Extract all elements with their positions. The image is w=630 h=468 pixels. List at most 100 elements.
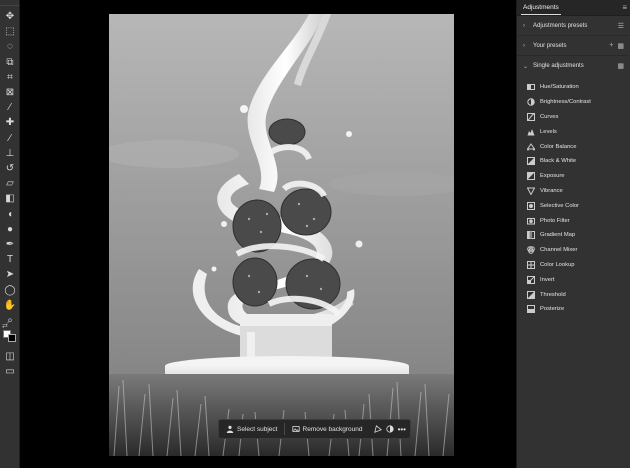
add-icon[interactable]: + xyxy=(609,42,613,49)
hue-saturation-icon xyxy=(527,83,535,91)
adjustment-button[interactable] xyxy=(385,422,394,436)
hand-tool[interactable]: ✋ xyxy=(2,299,18,313)
history-brush-tool[interactable]: ↺ xyxy=(2,162,18,176)
blur-tool[interactable]: ◖ xyxy=(2,208,18,222)
curves-icon xyxy=(527,112,535,121)
section-label: Single adjustments xyxy=(533,63,584,69)
background-color-swatch[interactable] xyxy=(8,334,16,342)
photo-filter-icon xyxy=(527,217,535,225)
quick-mask-button[interactable]: ◫ xyxy=(2,350,18,364)
color-lookup-icon xyxy=(527,260,535,269)
dodge-tool[interactable]: ● xyxy=(2,223,18,237)
adjustment-label: Posterize xyxy=(540,306,565,313)
adjustment-label: Gradient Map xyxy=(540,232,576,239)
person-icon xyxy=(226,425,234,433)
transform-button[interactable] xyxy=(373,422,382,436)
half-circle-icon xyxy=(385,425,394,433)
list-view-icon[interactable]: ☰ xyxy=(618,22,624,30)
chevron-right-icon: › xyxy=(523,42,525,49)
crop-tool[interactable]: ⌗ xyxy=(2,71,18,85)
swap-colors-icon[interactable]: ⇄ xyxy=(2,322,8,330)
adjustment-label: Black & White xyxy=(540,158,577,165)
document-canvas[interactable]: Select subject Remove background ••• xyxy=(21,0,516,468)
panel-menu-icon[interactable]: ≡ xyxy=(622,3,627,12)
gradient-map-icon xyxy=(527,231,535,240)
invert-icon xyxy=(527,275,535,284)
healing-brush-tool[interactable]: ✚ xyxy=(2,116,18,130)
eraser-tool[interactable]: ▱ xyxy=(2,177,18,191)
pen-tool[interactable]: ✒ xyxy=(2,238,18,252)
tools-panel: ✥⬚◌⧉⌗⊠⁄✚∕⊥↺▱◧◖●✒T➤◯✋⌕••• ⇄ ◫▭ xyxy=(0,0,20,468)
section-label: Adjustments presets xyxy=(533,22,588,29)
adjustment-label: Hue/Saturation xyxy=(540,84,579,91)
section-label: Your presets xyxy=(533,42,567,49)
adjustment-label: Photo Filter xyxy=(540,217,570,224)
adjustment-item-photo-filter[interactable]: Photo Filter xyxy=(517,213,630,228)
grid-view-icon[interactable]: ▦ xyxy=(617,42,624,50)
vibrance-icon xyxy=(527,187,535,195)
adjustment-label: Color Balance xyxy=(540,143,577,150)
adjustment-item-selective-color[interactable]: Selective Color xyxy=(517,198,630,213)
exposure-icon xyxy=(527,172,535,181)
adjustment-label: Exposure xyxy=(540,173,565,180)
more-icon: ••• xyxy=(397,424,406,434)
selective-color-icon xyxy=(527,201,535,210)
black-white-icon xyxy=(527,157,535,166)
adjustment-item-gradient-map[interactable]: Gradient Map xyxy=(517,228,630,243)
type-tool[interactable]: T xyxy=(2,253,18,267)
section-single-adjustments[interactable]: ⌄ Single adjustments ▦ xyxy=(517,56,630,76)
adjustment-label: Selective Color xyxy=(540,202,579,209)
adjustment-item-invert[interactable]: Invert xyxy=(517,272,630,287)
remove-background-label: Remove background xyxy=(302,425,363,433)
adjustments-panel: Adjustments ≡ › Adjustments presets ☰ › … xyxy=(516,0,630,468)
path-selection-tool[interactable]: ➤ xyxy=(2,268,18,282)
eyedropper-tool[interactable]: ⁄ xyxy=(2,101,18,115)
chevron-down-icon: ⌄ xyxy=(523,63,529,70)
marquee-tool[interactable]: ⬚ xyxy=(2,25,18,39)
document-image[interactable] xyxy=(109,14,454,456)
object-selection-tool[interactable]: ⧉ xyxy=(2,56,18,70)
adjustment-item-exposure[interactable]: Exposure xyxy=(517,169,630,184)
more-options-button[interactable]: ••• xyxy=(398,422,406,436)
section-your-presets[interactable]: › Your presets + ▦ xyxy=(517,36,630,56)
brightness-contrast-icon xyxy=(527,98,535,106)
remove-background-button[interactable]: Remove background xyxy=(289,422,366,436)
adjustment-item-curves[interactable]: Curves xyxy=(517,110,630,125)
grid-view-icon[interactable]: ▦ xyxy=(617,62,624,70)
move-tool[interactable]: ✥ xyxy=(2,10,18,24)
color-swatches[interactable]: ⇄ xyxy=(2,322,18,344)
adjustment-label: Curves xyxy=(540,113,559,120)
toolbar-grip[interactable] xyxy=(0,0,19,6)
adjustment-item-threshold[interactable]: Threshold xyxy=(517,287,630,302)
threshold-icon xyxy=(527,290,535,299)
shape-tool[interactable]: ◯ xyxy=(2,284,18,298)
tab-adjustments[interactable]: Adjustments xyxy=(521,1,561,15)
adjustment-label: Channel Mixer xyxy=(540,247,578,254)
adjustment-label: Brightness/Contrast xyxy=(540,99,591,106)
strawberry-milk-splash-photo xyxy=(109,14,454,456)
adjustment-label: Levels xyxy=(540,128,557,135)
adjustment-label: Vibrance xyxy=(540,187,563,194)
adjustment-item-color-balance[interactable]: Color Balance xyxy=(517,139,630,154)
adjustment-item-levels[interactable]: Levels xyxy=(517,124,630,139)
adjustment-item-vibrance[interactable]: Vibrance xyxy=(517,184,630,199)
adjustment-item-channel-mixer[interactable]: Channel Mixer xyxy=(517,243,630,258)
adjustment-item-brightness-contrast[interactable]: Brightness/Contrast xyxy=(517,95,630,110)
section-adjustments-presets[interactable]: › Adjustments presets ☰ xyxy=(517,16,630,36)
select-subject-button[interactable]: Select subject xyxy=(223,422,280,436)
adjustment-item-black-white[interactable]: Black & White xyxy=(517,154,630,169)
lasso-tool[interactable]: ◌ xyxy=(2,40,18,54)
adjustment-label: Invert xyxy=(540,276,555,283)
posterize-icon xyxy=(527,305,535,314)
clone-stamp-tool[interactable]: ⊥ xyxy=(2,147,18,161)
levels-icon xyxy=(527,128,535,136)
adjustment-label: Color Lookup xyxy=(540,261,575,268)
gradient-tool[interactable]: ◧ xyxy=(2,192,18,206)
adjustment-item-posterize[interactable]: Posterize xyxy=(517,302,630,317)
channel-mixer-icon xyxy=(527,246,535,254)
adjustment-item-hue-saturation[interactable]: Hue/Saturation xyxy=(517,80,630,95)
frame-tool[interactable]: ⊠ xyxy=(2,86,18,100)
brush-tool[interactable]: ∕ xyxy=(2,132,18,146)
screen-mode-button[interactable]: ▭ xyxy=(2,365,18,379)
adjustment-item-color-lookup[interactable]: Color Lookup xyxy=(517,258,630,273)
